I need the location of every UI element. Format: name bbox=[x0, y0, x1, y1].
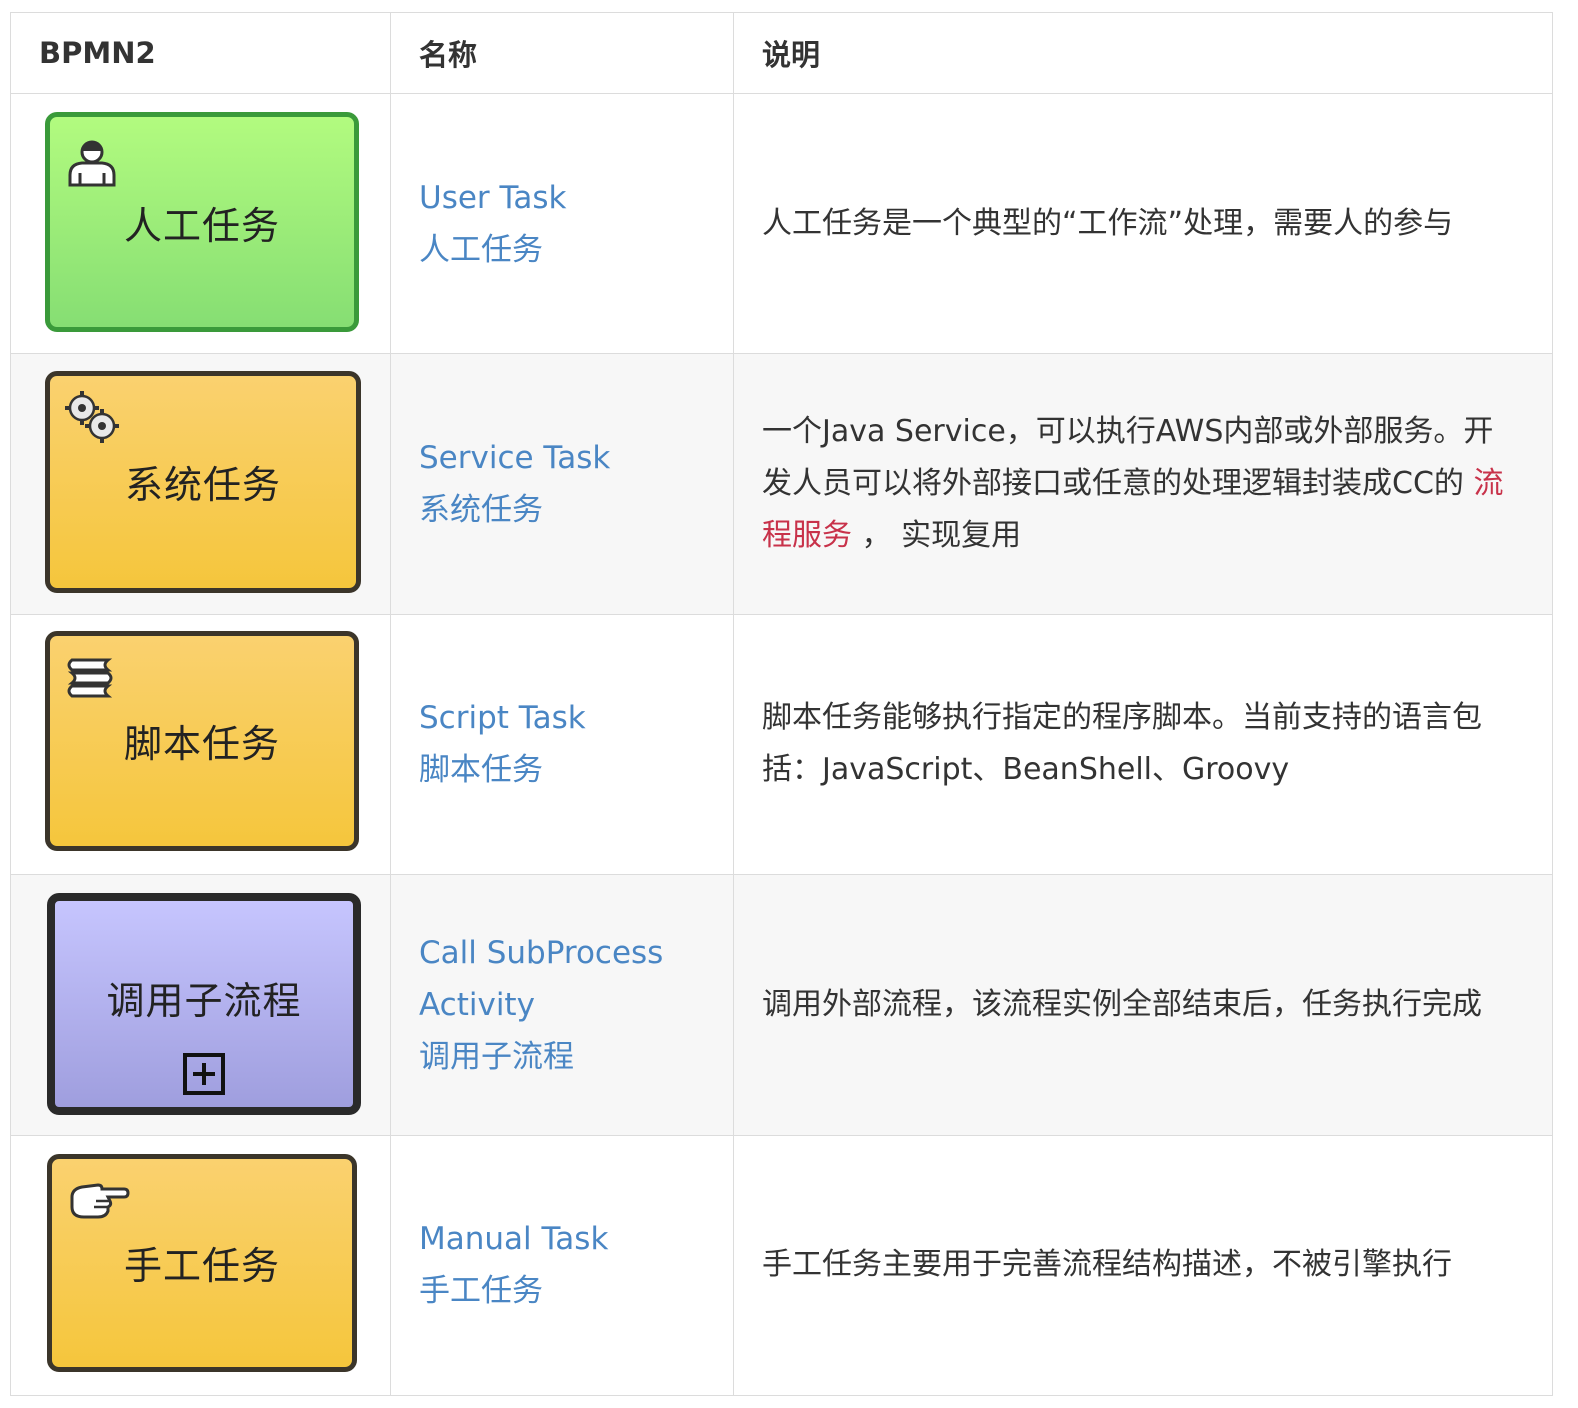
header-name: 名称 bbox=[390, 12, 734, 94]
header-row: BPMN2 名称 说明 bbox=[10, 12, 1553, 94]
symbol-cell: 人工任务 bbox=[10, 92, 391, 355]
name-en: Manual Task bbox=[419, 1221, 609, 1258]
name-cn: 人工任务 bbox=[419, 231, 543, 268]
description-cell: 人工任务是一个典型的“工作流”处理，需要人的参与 bbox=[733, 92, 1553, 355]
description-text: 一个Java Service，可以执行AWS内部或外部服务。开发人员可以将外部接… bbox=[762, 414, 1503, 553]
name-cell: Call SubProcess Activity 调用子流程 bbox=[390, 874, 734, 1136]
name-en: Service Task bbox=[419, 440, 611, 477]
table-row-script-task: 脚本任务 Script Task 脚本任务 脚本任务能够执行指定的程序脚本。当前… bbox=[10, 613, 1553, 876]
name-cn: 调用子流程 bbox=[419, 1038, 574, 1075]
symbol-cell: 调用子流程 bbox=[10, 874, 391, 1136]
symbol-label: 系统任务 bbox=[124, 463, 281, 508]
user-task-symbol: 人工任务 bbox=[45, 112, 359, 333]
name-cell: Manual Task 手工任务 bbox=[390, 1134, 734, 1397]
description-text: 脚本任务能够执行指定的程序脚本。当前支持的语言包括：JavaScript、Bea… bbox=[762, 700, 1482, 788]
name-en: Call SubProcess Activity bbox=[419, 934, 664, 1023]
gears-icon bbox=[60, 386, 124, 450]
symbol-label: 手工任务 bbox=[123, 1244, 280, 1289]
name-cn: 脚本任务 bbox=[419, 752, 543, 789]
script-icon bbox=[64, 656, 116, 706]
symbol-cell: 手工任务 bbox=[10, 1134, 391, 1397]
name-en: Script Task bbox=[419, 700, 586, 737]
script-task-symbol: 脚本任务 bbox=[45, 630, 359, 851]
symbol-cell: 脚本任务 bbox=[10, 613, 391, 876]
name-cell: User Task 人工任务 bbox=[390, 92, 734, 355]
hand-pointer-icon bbox=[68, 1181, 130, 1225]
table-row-call-subprocess: 调用子流程 Call SubProcess Activity 调用子流程 调用外… bbox=[10, 874, 1553, 1136]
description-cell: 一个Java Service，可以执行AWS内部或外部服务。开发人员可以将外部接… bbox=[733, 353, 1553, 615]
call-subprocess-symbol: 调用子流程 bbox=[47, 893, 361, 1116]
name-en: User Task bbox=[419, 179, 567, 216]
symbol-label: 人工任务 bbox=[123, 203, 280, 248]
description-text: 手工任务主要用于完善流程结构描述，不被引擎执行 bbox=[762, 1247, 1452, 1283]
name-cell: Service Task 系统任务 bbox=[390, 353, 734, 615]
manual-task-symbol: 手工任务 bbox=[47, 1153, 357, 1372]
description-post: ， 实现复用 bbox=[861, 518, 1022, 554]
description-cell: 调用外部流程，该流程实例全部结束后，任务执行完成 bbox=[733, 874, 1553, 1136]
symbol-cell: 系统任务 bbox=[10, 353, 391, 615]
table-row-user-task: 人工任务 User Task 人工任务 人工任务是一个典型的“工作流”处理，需要… bbox=[10, 92, 1553, 355]
bpmn-task-table: BPMN2 名称 说明 人工任务 User Task 人工任务 人工任务是一个典… bbox=[10, 12, 1553, 1397]
name-cn: 手工任务 bbox=[419, 1273, 543, 1310]
user-icon bbox=[64, 135, 120, 193]
description-pre: 一个Java Service，可以执行AWS内部或外部服务。开发人员可以将外部接… bbox=[762, 414, 1494, 502]
table-row-manual-task: 手工任务 Manual Task 手工任务 手工任务主要用于完善流程结构描述，不… bbox=[10, 1134, 1553, 1397]
service-task-symbol: 系统任务 bbox=[45, 370, 361, 593]
symbol-label: 脚本任务 bbox=[123, 722, 280, 767]
name-cell: Script Task 脚本任务 bbox=[390, 613, 734, 876]
expand-plus-icon bbox=[183, 1053, 225, 1096]
name-cn: 系统任务 bbox=[419, 492, 543, 529]
table-row-service-task: 系统任务 Service Task 系统任务 一个Java Service，可以… bbox=[10, 353, 1553, 615]
description-cell: 手工任务主要用于完善流程结构描述，不被引擎执行 bbox=[733, 1134, 1553, 1397]
description-cell: 脚本任务能够执行指定的程序脚本。当前支持的语言包括：JavaScript、Bea… bbox=[733, 613, 1553, 876]
symbol-label: 调用子流程 bbox=[106, 978, 302, 1023]
header-bpmn2: BPMN2 bbox=[10, 12, 391, 94]
header-description: 说明 bbox=[733, 12, 1553, 94]
description-text: 调用外部流程，该流程实例全部结束后，任务执行完成 bbox=[762, 986, 1482, 1022]
description-text: 人工任务是一个典型的“工作流”处理，需要人的参与 bbox=[762, 205, 1454, 241]
